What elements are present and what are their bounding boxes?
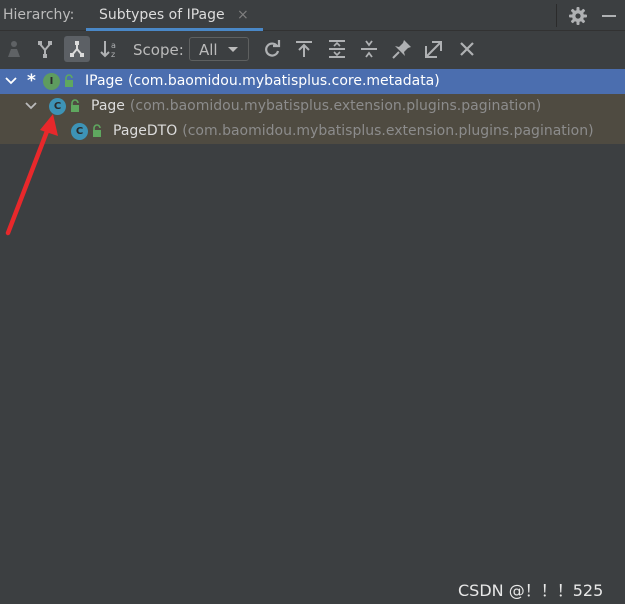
close-hierarchy-button[interactable] [455,37,479,61]
package-name: (com.baomidou.mybatisplus.extension.plug… [182,123,594,139]
close-icon [460,42,474,56]
export-button[interactable] [292,37,316,61]
svg-text:z: z [111,50,115,59]
sort-button[interactable]: a z [98,37,122,61]
supertypes-icon [38,41,52,58]
supertypes-button[interactable] [33,37,57,61]
collapse-all-button[interactable] [357,37,381,61]
pin-button[interactable] [390,37,414,61]
scope-label: Scope: [133,41,184,59]
settings-button[interactable] [567,5,589,27]
chevron-down-icon[interactable] [5,77,17,85]
type-name: PageDTO [113,123,178,139]
user-icon [8,41,20,57]
tree-node-name: Page (com.baomidou.mybatisplus.extension.… [91,98,541,114]
class-icon: C [71,123,88,140]
scope-dropdown[interactable]: All [189,37,249,61]
refresh-icon [265,40,281,57]
expand-all-button[interactable] [325,37,349,61]
subtypes-button[interactable] [64,36,90,62]
package-name: (com.baomidou.mybatisplus.core.metadata) [128,73,440,89]
public-access-icon [71,99,79,112]
tab-label: Subtypes of IPage [99,7,225,23]
svg-text:a: a [111,41,116,50]
tree-row-page[interactable]: C Page (com.baomidou.mybatisplus.extensio… [0,94,625,119]
open-external-icon [425,41,442,58]
pin-icon [392,40,411,59]
minimize-button[interactable] [598,5,620,27]
watermark-text: CSDN @！！！525 [458,581,604,600]
type-name: IPage [85,73,124,89]
public-access-icon [65,74,73,87]
subtypes-icon [70,41,84,57]
sort-alphabetically-icon: a z [100,41,116,59]
tree-row-ipage[interactable]: * I IPage (com.baomidou.mybatisplus.core.… [0,69,625,94]
tree-node-name: IPage (com.baomidou.mybatisplus.core.meta… [85,73,440,89]
public-access-icon [93,124,101,137]
chevron-down-icon [228,47,238,52]
interface-icon: I [43,73,60,90]
hierarchy-label: Hierarchy: [3,7,75,23]
gear-icon [569,7,587,25]
type-name: Page [91,98,125,114]
header-divider [556,4,557,27]
scope-value: All [199,41,218,59]
annotation-arrow-icon [5,114,58,236]
tree-row-pagedto[interactable]: C PageDTO (com.baomidou.mybatisplus.exten… [0,119,625,144]
collapse-all-icon [361,40,377,58]
export-icon [296,41,312,57]
expand-all-icon [329,40,345,58]
hierarchy-toolbar: a z Scope: All [0,31,625,68]
package-name: (com.baomidou.mybatisplus.extension.plug… [129,98,542,114]
caller-button[interactable] [2,37,26,61]
hierarchy-header: Hierarchy: Subtypes of IPage × [0,0,625,31]
base-type-marker: * [27,71,36,91]
tab-subtypes[interactable]: Subtypes of IPage × [86,0,263,31]
hierarchy-tree: * I IPage (com.baomidou.mybatisplus.core.… [0,68,625,604]
minimize-icon [602,15,616,17]
tab-close-icon[interactable]: × [237,6,249,24]
open-external-button[interactable] [422,37,446,61]
refresh-button[interactable] [260,37,284,61]
tree-node-name: PageDTO (com.baomidou.mybatisplus.extensi… [113,123,594,139]
